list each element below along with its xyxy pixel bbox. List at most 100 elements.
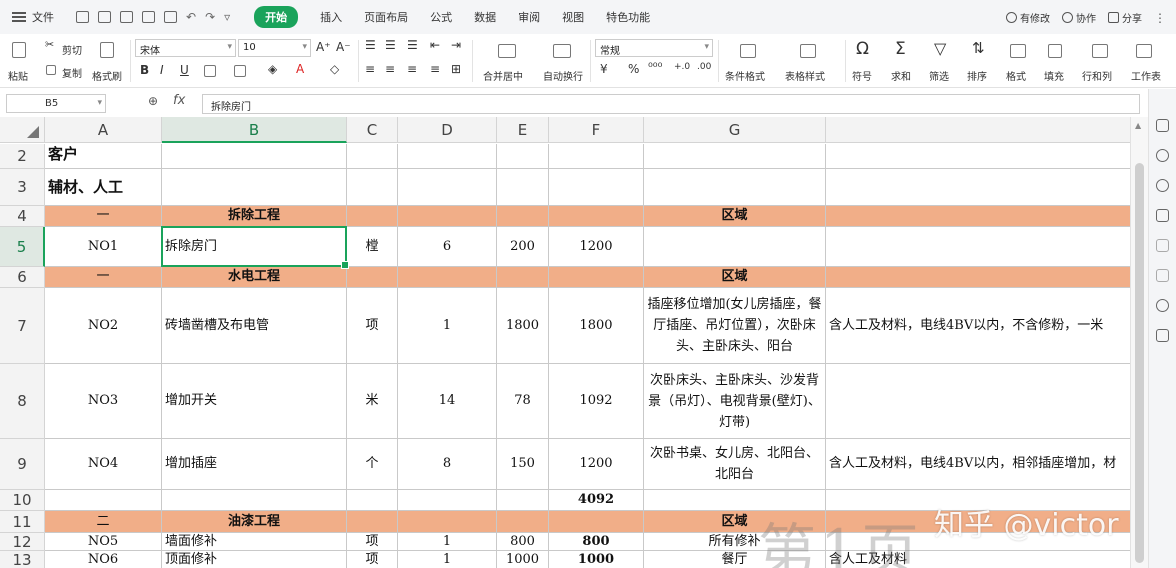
cell-a13[interactable]: NO6 (45, 551, 162, 568)
image-icon[interactable] (1156, 329, 1169, 342)
share-button[interactable]: 分享 (1108, 10, 1142, 25)
cell-a5[interactable]: NO1 (45, 227, 162, 267)
filter-icon[interactable]: ▽ (934, 39, 946, 58)
copy-button[interactable]: 复制 (62, 65, 82, 80)
indent-decrease-icon[interactable]: ⇤ (430, 38, 440, 52)
edits-button[interactable]: 有修改 (1006, 10, 1050, 25)
row-header-4[interactable]: 4 (0, 206, 45, 227)
cell-c8[interactable]: 米 (347, 364, 398, 439)
cell-c13[interactable]: 项 (347, 551, 398, 568)
bold-button[interactable]: B (140, 63, 149, 77)
row-header-5[interactable]: 5 (0, 227, 45, 267)
row-header-3[interactable]: 3 (0, 169, 45, 206)
property-icon[interactable] (1156, 239, 1169, 252)
cell-d12[interactable]: 1 (398, 533, 497, 551)
cell-e8[interactable]: 78 (497, 364, 549, 439)
merge-center-button[interactable]: 合并居中 (483, 68, 523, 83)
customize-icon[interactable]: ▿ (224, 10, 230, 24)
fx-button[interactable]: fx (173, 93, 185, 108)
undo-icon[interactable]: ↶ (186, 10, 196, 24)
cell-d10[interactable] (398, 490, 497, 511)
tab-home[interactable]: 开始 (254, 6, 299, 28)
cell-f9[interactable]: 1200 (549, 439, 644, 490)
table-style-icon[interactable] (800, 44, 816, 58)
tab-insert[interactable]: 插入 (320, 9, 342, 25)
column-header-d[interactable]: D (398, 117, 497, 143)
cell-b8[interactable]: 增加开关 (162, 364, 347, 439)
cell-h8[interactable] (826, 364, 1130, 439)
cell-f5[interactable]: 1200 (549, 227, 644, 267)
cell-d9[interactable]: 8 (398, 439, 497, 490)
cell-d13[interactable]: 1 (398, 551, 497, 568)
conditional-format-icon[interactable] (740, 44, 756, 58)
format-painter-button[interactable]: 格式刷 (92, 68, 122, 83)
cell-c7[interactable]: 项 (347, 288, 398, 364)
underline-button[interactable]: U (180, 63, 189, 77)
cell-c5[interactable]: 樘 (347, 227, 398, 267)
cell-d11[interactable] (398, 511, 497, 533)
column-header-g[interactable]: G (644, 117, 826, 143)
cell-g6[interactable]: 区域 (644, 267, 826, 288)
cell-f3[interactable] (549, 169, 644, 206)
cell-h2[interactable] (826, 144, 1130, 169)
cell-h6[interactable] (826, 267, 1130, 288)
cell-b6[interactable]: 水电工程 (162, 267, 347, 288)
cell-a6[interactable]: 一 (45, 267, 162, 288)
row-header-2[interactable]: 2 (0, 144, 45, 169)
number-format-select[interactable]: 常规 (595, 39, 713, 57)
row-header-11[interactable]: 11 (0, 511, 45, 533)
cell-g3[interactable] (644, 169, 826, 206)
zoom-search-icon[interactable]: ⊕ (148, 94, 158, 108)
cell-d3[interactable] (398, 169, 497, 206)
cell-c9[interactable]: 个 (347, 439, 398, 490)
cell-b2[interactable] (162, 144, 347, 169)
cell-a7[interactable]: NO2 (45, 288, 162, 364)
filter-button[interactable]: 筛选 (929, 68, 949, 83)
cell-b7[interactable]: 砖墙凿槽及布电管 (162, 288, 347, 364)
row-header-8[interactable]: 8 (0, 364, 45, 439)
format-icon[interactable] (1010, 44, 1026, 58)
cell-h9[interactable]: 含人工及材料，电线4BV以内，相邻插座增加，材 (826, 439, 1130, 490)
sort-button[interactable]: 排序 (967, 68, 987, 83)
thousands-button[interactable]: ⁰⁰⁰ (648, 60, 662, 74)
column-header-a[interactable]: A (45, 117, 162, 143)
tab-page-layout[interactable]: 页面布局 (364, 9, 408, 25)
font-name-select[interactable]: 宋体 (135, 39, 236, 57)
font-color-icon[interactable]: A (296, 62, 304, 76)
cell-a3[interactable]: 辅材、人工 (45, 169, 162, 206)
merge-center-icon[interactable] (498, 44, 516, 58)
fill-icon[interactable] (1048, 44, 1062, 58)
worksheet-button[interactable]: 工作表 (1131, 68, 1161, 83)
cell-h4[interactable] (826, 206, 1130, 227)
clipboard-icon[interactable] (1156, 119, 1169, 132)
select-all-corner[interactable] (0, 117, 45, 143)
tab-formulas[interactable]: 公式 (430, 9, 452, 25)
cell-a11[interactable]: 二 (45, 511, 162, 533)
style-icon[interactable] (1156, 149, 1169, 162)
cell-b9[interactable]: 增加插座 (162, 439, 347, 490)
cell-a12[interactable]: NO5 (45, 533, 162, 551)
fill-color-icon[interactable]: ◈ (268, 62, 277, 76)
cell-a2[interactable]: 客户 (45, 144, 162, 169)
cell-a9[interactable]: NO4 (45, 439, 162, 490)
cell-b13[interactable]: 顶面修补 (162, 551, 347, 568)
align-top-icon[interactable]: ☰ (365, 38, 376, 52)
scrollbar-thumb[interactable] (1135, 163, 1144, 563)
cell-f13[interactable]: 1000 (549, 551, 644, 568)
cell-c2[interactable] (347, 144, 398, 169)
backup-icon[interactable] (1156, 269, 1169, 282)
table-style-button[interactable]: 表格样式 (785, 68, 825, 83)
cell-g2[interactable] (644, 144, 826, 169)
column-header-c[interactable]: C (347, 117, 398, 143)
column-header-f[interactable]: F (549, 117, 644, 143)
cell-e5[interactable]: 200 (497, 227, 549, 267)
align-left-icon[interactable]: ≡ (365, 62, 375, 76)
tab-review[interactable]: 审阅 (518, 9, 540, 25)
vertical-scrollbar[interactable]: ▲ (1130, 117, 1148, 568)
cell-f4[interactable] (549, 206, 644, 227)
cell-e2[interactable] (497, 144, 549, 169)
cell-b11[interactable]: 油漆工程 (162, 511, 347, 533)
cell-e12[interactable]: 800 (497, 533, 549, 551)
cell-g8[interactable]: 次卧床头、主卧床头、沙发背景（吊灯）、电视背景(壁灯)、灯带) (644, 364, 826, 439)
increase-decimal-icon[interactable]: +.0 (674, 62, 690, 72)
